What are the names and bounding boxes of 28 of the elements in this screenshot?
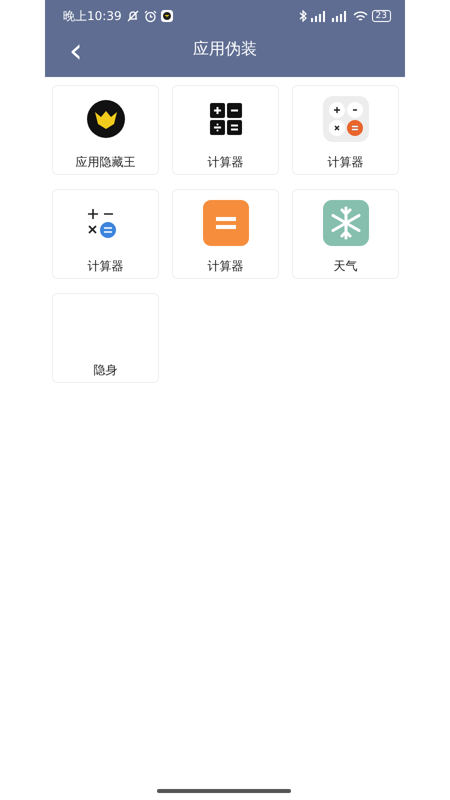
status-time: 晚上10:39 xyxy=(63,8,122,25)
snowflake-icon xyxy=(322,200,368,246)
app-label: 计算器 xyxy=(208,258,244,274)
app-tile[interactable]: 应用隐藏王 xyxy=(52,85,159,175)
app-label: 计算器 xyxy=(328,154,364,170)
calculator-icon xyxy=(202,200,248,246)
app-label: 计算器 xyxy=(88,258,124,274)
app-tile[interactable]: 天气 xyxy=(292,189,399,279)
signal-icon xyxy=(310,10,328,22)
wifi-icon xyxy=(352,10,368,22)
app-notification-icon xyxy=(160,10,173,22)
app-label: 应用隐藏王 xyxy=(76,154,136,170)
page-title: 应用伪装 xyxy=(193,38,257,60)
calculator-icon xyxy=(322,96,368,142)
app-label: 计算器 xyxy=(208,154,244,170)
app-tile[interactable]: 计算器 xyxy=(172,85,279,175)
battery-indicator: 23 xyxy=(372,10,391,22)
mute-icon xyxy=(126,10,140,22)
back-button[interactable]: ‹ xyxy=(65,34,87,68)
signal-icon xyxy=(332,10,349,22)
app-tile[interactable]: 计算器 xyxy=(292,85,399,175)
app-label: 隐身 xyxy=(94,362,118,378)
alarm-icon xyxy=(144,10,157,22)
app-tile[interactable]: 隐身 xyxy=(52,293,159,383)
app-tile[interactable]: 计算器 xyxy=(52,189,159,279)
app-tile[interactable]: 计算器 xyxy=(172,189,279,279)
bluetooth-icon xyxy=(298,10,307,22)
app-label: 天气 xyxy=(334,258,358,274)
